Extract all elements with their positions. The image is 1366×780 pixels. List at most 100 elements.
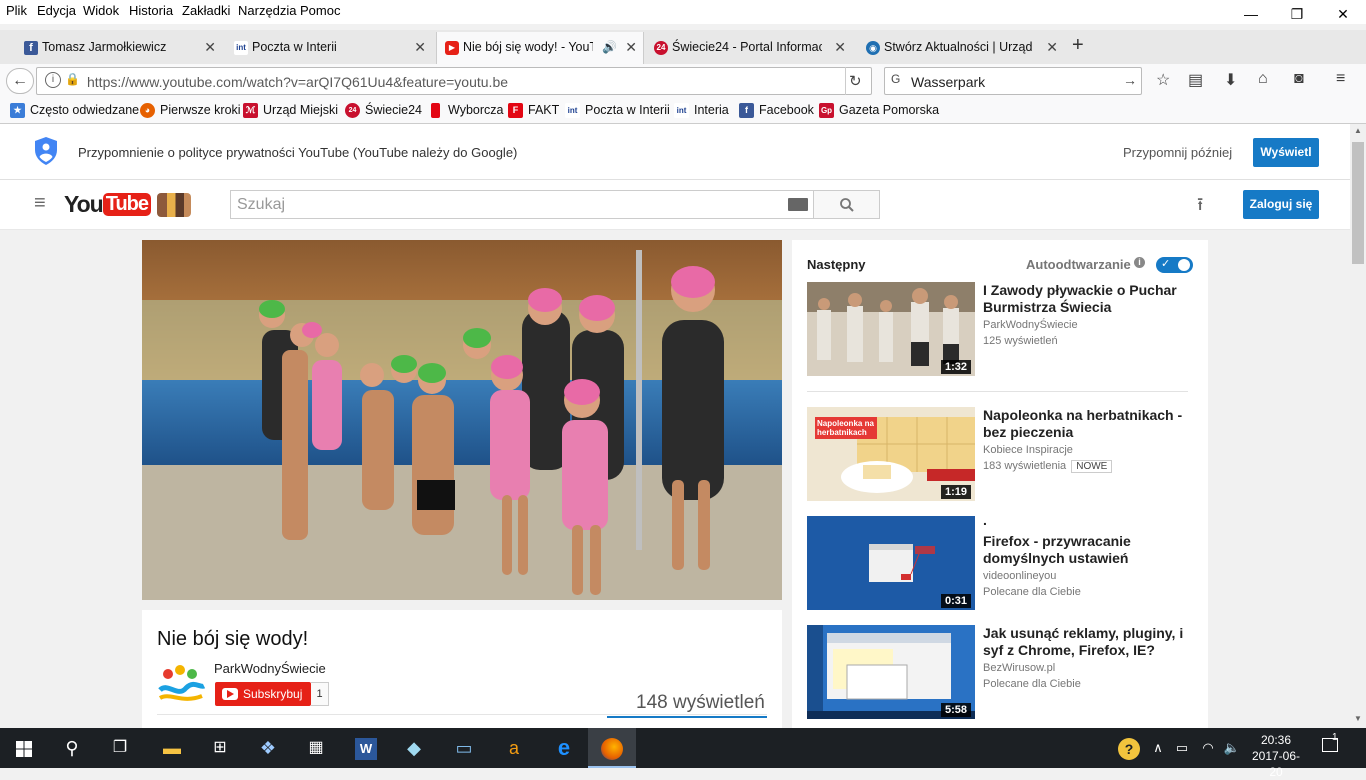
recommended-title[interactable]: Firefox - przywracanie domyślnych ustawi…: [983, 533, 1197, 567]
notes-icon[interactable]: ◆: [390, 728, 438, 768]
keyboard-icon[interactable]: [788, 198, 808, 211]
wifi-icon[interactable]: ◠: [1196, 728, 1220, 768]
home-icon[interactable]: ⌂: [1258, 70, 1268, 88]
recommended-video[interactable]: 5:58 Jak usunąć reklamy, pluginy, i syf …: [807, 625, 1197, 721]
video-player[interactable]: [142, 240, 782, 600]
close-tab-icon[interactable]: ✕: [204, 32, 216, 63]
scroll-down-icon[interactable]: ▼: [1354, 714, 1362, 723]
bookmark-item[interactable]: int Poczta w Interii: [565, 103, 670, 118]
search-taskbar-icon[interactable]: ⚲: [48, 728, 96, 768]
video-thumbnail[interactable]: 1:32: [807, 282, 975, 376]
close-tab-icon[interactable]: ✕: [1046, 32, 1058, 63]
menu-tools[interactable]: Narzędzia: [238, 3, 297, 18]
video-thumbnail[interactable]: 5:58: [807, 625, 975, 719]
info-icon[interactable]: i: [45, 72, 61, 88]
show-privacy-button[interactable]: Wyświetl: [1253, 138, 1319, 167]
close-tab-icon[interactable]: ✕: [834, 32, 846, 63]
dropbox-icon[interactable]: ❖: [244, 728, 292, 768]
word-icon[interactable]: W: [342, 728, 390, 768]
bookmark-item[interactable]: 24 Świecie24: [345, 103, 422, 118]
tab-urzad[interactable]: ◉ Stwórz Aktualności | Urząd M ✕: [858, 32, 1064, 64]
bookmark-item[interactable]: ★ Często odwiedzane: [10, 103, 139, 118]
page-content: Przypomnienie o polityce prywatności You…: [0, 124, 1350, 728]
reading-list-icon[interactable]: ▤: [1188, 70, 1203, 90]
channel-avatar[interactable]: [156, 664, 206, 706]
video-thumbnail[interactable]: 0:31: [807, 516, 975, 610]
youtube-logo[interactable]: You Tube: [64, 191, 191, 219]
new-tab-button[interactable]: +: [1072, 34, 1084, 57]
edge-icon[interactable]: e: [540, 728, 588, 768]
video-thumbnail[interactable]: Napoleonka na herbatnikach 1:19: [807, 407, 975, 501]
recommended-title[interactable]: Jak usunąć reklamy, pluginy, i syf z Chr…: [983, 625, 1197, 659]
bookmark-item[interactable]: f Facebook: [739, 103, 814, 118]
bookmark-label: Facebook: [759, 103, 814, 117]
recommended-video[interactable]: 1:32 I Zawody pływackie o Puchar Burmist…: [807, 282, 1197, 378]
guide-menu-icon[interactable]: ≡: [34, 192, 46, 215]
bookmark-star-icon[interactable]: ☆: [1156, 70, 1170, 90]
back-button[interactable]: ←: [6, 68, 34, 94]
autoplay-toggle[interactable]: ✓: [1156, 257, 1193, 273]
subscribe-button[interactable]: Subskrybuj: [215, 682, 311, 706]
search-input[interactable]: Szukaj: [230, 190, 814, 219]
info-icon[interactable]: i: [1134, 257, 1145, 268]
store-icon[interactable]: ⊞: [196, 728, 244, 768]
search-go-icon[interactable]: →: [1123, 72, 1137, 88]
network-app-icon[interactable]: ▭: [440, 728, 488, 768]
url-bar[interactable]: i 🔒 https://www.youtube.com/watch?v=arQI…: [36, 67, 872, 95]
search-button[interactable]: [813, 190, 880, 219]
menu-help[interactable]: Pomoc: [300, 3, 340, 18]
close-window-button[interactable]: ✕: [1320, 0, 1366, 30]
scroll-up-icon[interactable]: ▲: [1354, 126, 1362, 135]
url-text[interactable]: https://www.youtube.com/watch?v=arQI7Q61…: [87, 74, 508, 90]
menu-file[interactable]: Plik: [6, 3, 27, 18]
menu-history[interactable]: Historia: [129, 3, 173, 18]
tab-youtube[interactable]: ▶ Nie bój się wody! - YouT 🔊 ✕: [436, 32, 644, 64]
audio-playing-icon[interactable]: 🔊: [602, 32, 617, 63]
downloads-icon[interactable]: ⬇: [1224, 70, 1237, 90]
avast-icon[interactable]: a: [490, 728, 538, 768]
firefox-taskbar-icon[interactable]: [588, 728, 636, 768]
bookmark-item[interactable]: int Interia: [674, 103, 729, 118]
tab-swiecie24[interactable]: 24 Świecie24 - Portal Informacy ✕: [646, 32, 852, 64]
file-explorer-icon[interactable]: ▬: [148, 728, 196, 768]
restore-button[interactable]: ❐: [1274, 0, 1320, 30]
action-center-icon[interactable]: 1: [1322, 732, 1344, 758]
bookmark-item[interactable]: Wyborcza: [428, 103, 503, 118]
minimize-button[interactable]: —: [1228, 0, 1274, 30]
close-tab-icon[interactable]: ✕: [625, 32, 637, 63]
menu-view[interactable]: Widok: [83, 3, 119, 18]
login-button[interactable]: Zaloguj się: [1243, 190, 1319, 219]
calculator-icon[interactable]: ▦: [292, 728, 340, 768]
recommended-video[interactable]: Napoleonka na herbatnikach 1:19 Napoleon…: [807, 407, 1197, 503]
bookmark-item[interactable]: ◕ Pierwsze kroki: [140, 103, 241, 118]
search-engine-icon[interactable]: G: [891, 72, 900, 86]
help-icon[interactable]: ?: [1118, 738, 1140, 760]
bookmark-item[interactable]: F FAKT: [508, 103, 559, 118]
show-hidden-icons[interactable]: ∧: [1146, 728, 1170, 768]
channel-name[interactable]: ParkWodnyŚwiecie: [214, 661, 326, 676]
close-tab-icon[interactable]: ✕: [414, 32, 426, 63]
recommended-title[interactable]: I Zawody pływackie o Puchar Burmistrza Ś…: [983, 282, 1197, 316]
search-bar[interactable]: G Wasserpark →: [884, 67, 1142, 95]
pocket-icon[interactable]: ◙: [1294, 70, 1304, 88]
tab-facebook[interactable]: f Tomasz Jarmołkiewicz ✕: [16, 32, 222, 64]
bookmark-item[interactable]: Gp Gazeta Pomorska: [819, 103, 939, 118]
clock[interactable]: 20:36 2017-06-20: [1246, 732, 1306, 780]
remind-later-button[interactable]: Przypomnij później: [1123, 145, 1232, 160]
task-view-icon[interactable]: ❐: [96, 728, 144, 768]
start-button[interactable]: [0, 728, 48, 768]
tab-interia[interactable]: int Poczta w Interii ✕: [226, 32, 432, 64]
recommended-video[interactable]: 0:31 . Firefox - przywracanie domyślnych…: [807, 512, 1197, 612]
volume-icon[interactable]: 🔈: [1220, 728, 1244, 768]
search-bar-value[interactable]: Wasserpark: [911, 74, 985, 90]
reload-icon[interactable]: ↻: [849, 72, 862, 90]
battery-icon[interactable]: ▭: [1170, 728, 1194, 768]
hamburger-menu-icon[interactable]: ≡: [1336, 70, 1345, 88]
scrollbar-thumb[interactable]: [1352, 142, 1364, 264]
menu-bookmarks[interactable]: Zakładki: [182, 3, 230, 18]
recommended-title[interactable]: Napoleonka na herbatnikach - bez pieczen…: [983, 407, 1197, 441]
bookmark-item[interactable]: ℳ Urząd Miejski: [243, 103, 338, 118]
upload-icon[interactable]: ⭱: [1197, 192, 1203, 222]
menu-edit[interactable]: Edycja: [37, 3, 76, 18]
page-scrollbar[interactable]: ▲ ▼: [1350, 124, 1366, 728]
